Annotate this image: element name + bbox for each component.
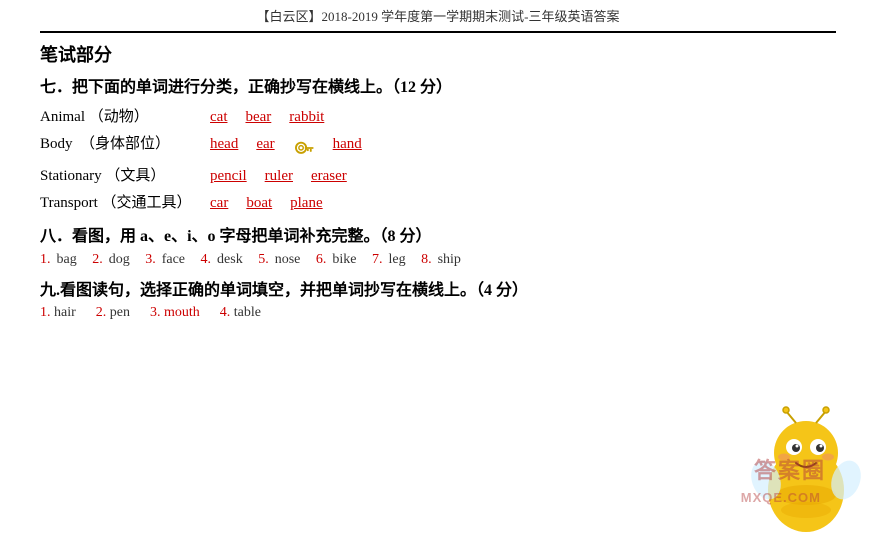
nine-num-4: 4. [220,305,231,320]
word-eraser: eraser [311,168,347,185]
word-cat: cat [210,109,227,126]
header-title: 【白云区】2018-2019 学年度第一学期期末测试-三年级英语答案 [257,9,620,24]
watermark-text-1: 答案圈 [754,458,826,483]
item-2-num: 2. [92,252,103,268]
watermark-english: MXQE.COM [741,490,821,505]
word-pencil: pencil [210,168,247,185]
item-6-num: 6. [316,252,327,268]
word-rabbit: rabbit [289,109,324,126]
word-boat: boat [246,195,272,212]
word-hand: hand [333,136,362,158]
item-3-word: face [162,252,185,268]
item-1-word: bag [57,252,77,268]
item-4-word: desk [217,252,243,268]
header-divider [40,31,836,33]
nine-word-2: pen [110,305,130,320]
word-ear: ear [256,136,274,158]
section-written-label: 笔试部分 [40,41,836,67]
item-6-word: bike [332,252,356,268]
watermark-text-2: MXQE.COM [741,490,821,505]
question-nine-title: 九.看图读句，选择正确的单词填空，并把单词抄写在横线上。（4 分） [40,276,836,300]
nine-num-3: 3. [150,305,161,320]
word-head: head [210,136,238,158]
question-eight-items: 1.bag 2.dog 3.face 4.desk 5.nose 6.bike … [40,252,836,268]
category-body-row: Body （身体部位） head ear hand [40,132,836,158]
category-body-label: Body （身体部位） [40,132,210,153]
word-plane: plane [290,195,322,212]
category-transport-row: Transport （交通工具） car boat plane [40,191,836,212]
nine-item-1: 1. hair [40,305,76,321]
watermark-chinese: 答案圈 [754,453,826,485]
nine-num-1: 1. [40,305,51,320]
item-2-word: dog [109,252,130,268]
page-container: 【白云区】2018-2019 学年度第一学期期末测试-三年级英语答案 笔试部分 … [0,0,876,545]
category-stationary-label: Stationary （文具） [40,164,210,185]
item-8-num: 8. [421,252,432,268]
item-7-num: 7. [372,252,383,268]
nine-item-3: 3. mouth [150,305,200,321]
category-transport-words: car boat plane [210,195,323,212]
category-animal-row: Animal （动物） cat bear rabbit [40,105,836,126]
item-4-num: 4. [201,252,212,268]
item-1-num: 1. [40,252,51,268]
question-eight-title: 八．看图，用 a、e、i、o 字母把单词补充完整。（8 分） [40,222,836,246]
category-stationary-words: pencil ruler eraser [210,168,347,185]
item-5-word: nose [275,252,301,268]
nine-word-4: table [234,305,261,320]
item-5-num: 5. [258,252,269,268]
category-body-words: head ear hand [210,136,362,158]
category-animal-label: Animal （动物） [40,105,210,126]
word-ruler: ruler [265,168,293,185]
category-animal-words: cat bear rabbit [210,109,324,126]
item-8-word: ship [438,252,461,268]
nine-item-4: 4. table [220,305,261,321]
question-seven-title: 七．把下面的单词进行分类，正确抄写在横线上。（12 分） [40,73,836,97]
key-icon [293,139,315,161]
nine-word-3: mouth [164,305,200,320]
category-transport-label: Transport （交通工具） [40,191,210,212]
page-header: 【白云区】2018-2019 学年度第一学期期末测试-三年级英语答案 [40,0,836,29]
word-car: car [210,195,228,212]
question-nine-items: 1. hair 2. pen 3. mouth 4. table [40,305,836,321]
category-stationary-row: Stationary （文具） pencil ruler eraser [40,164,836,185]
word-bear: bear [245,109,271,126]
nine-num-2: 2. [96,305,107,320]
nine-word-1: hair [54,305,76,320]
item-7-word: leg [388,252,405,268]
item-3-num: 3. [145,252,156,268]
nine-item-2: 2. pen [96,305,130,321]
